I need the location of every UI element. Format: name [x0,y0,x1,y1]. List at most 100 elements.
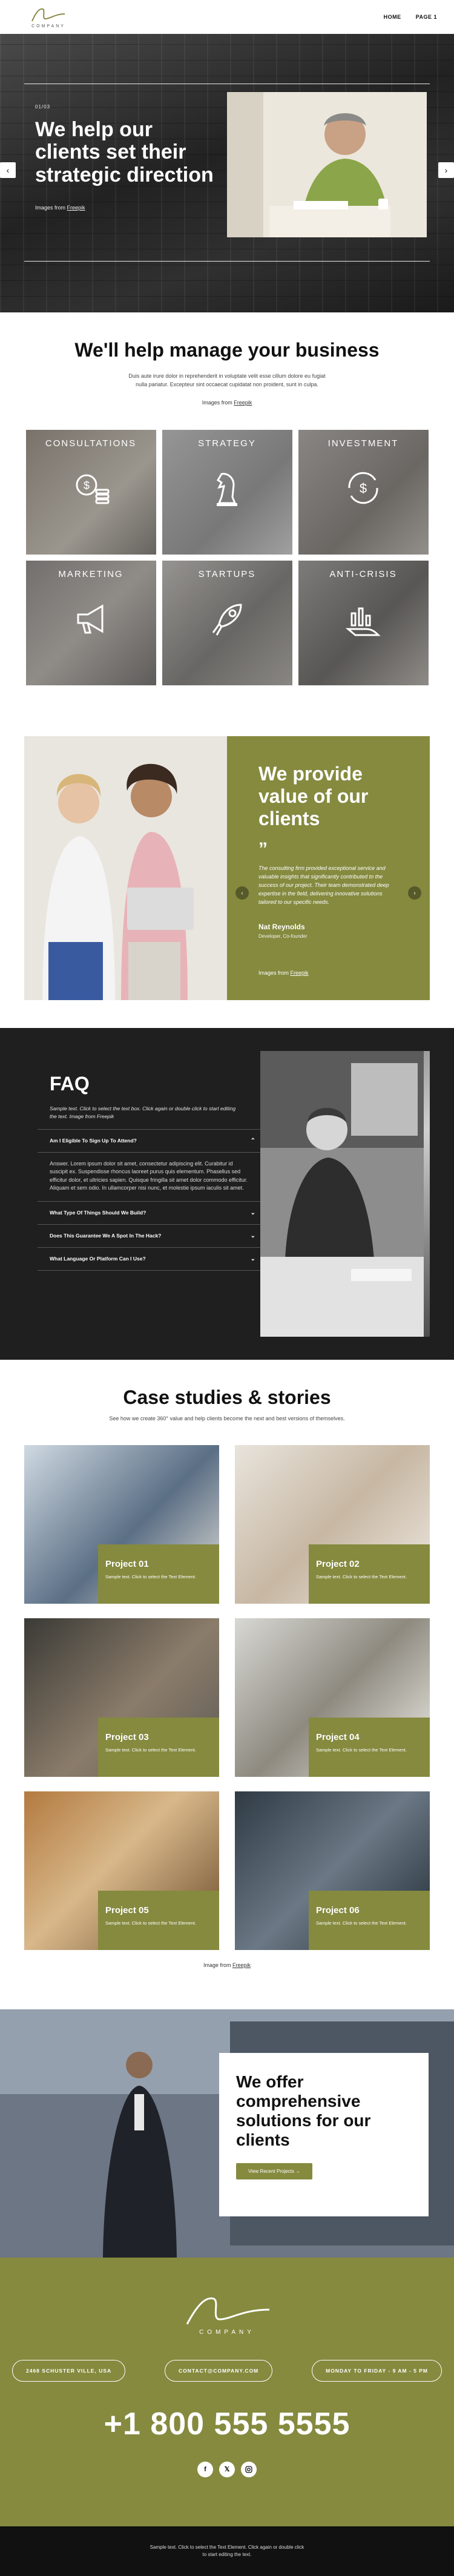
testimonial-prev-button[interactable]: ‹ [235,886,249,900]
case-card-5[interactable]: Project 05 Sample text. Click to select … [24,1791,219,1950]
case-text: Sample text. Click to select the Text El… [105,1920,196,1926]
tile-investment[interactable]: INVESTMENT $ [298,430,429,555]
instagram-glyph [245,2465,252,2473]
chess-knight-icon [216,473,237,506]
nav-home[interactable]: HOME [384,14,401,20]
case-title: Project 03 [105,1731,149,1742]
top-bar: COMPANY HOME PAGE 1 [0,0,454,34]
case-card-6[interactable]: Project 06 Sample text. Click to select … [235,1791,430,1950]
faq-question: Am I Eligible To Sign Up To Attend? [50,1138,137,1144]
tile-label: MARKETING [58,569,123,579]
case-title: Project 05 [105,1905,149,1916]
case-title: Project 04 [316,1731,360,1742]
instagram-icon[interactable] [241,2461,257,2477]
hero-next-button[interactable]: › [438,162,454,178]
footer-logo-text: COMPANY [199,2328,255,2336]
quote-icon: ” [258,839,268,860]
case-title: Project 02 [316,1558,360,1569]
hero-slide-counter: 01/03 [35,104,51,110]
bottom-text: Sample text. Click to select the Text El… [150,2544,304,2557]
faq-content: FAQ Sample text. Click to select the tex… [24,1051,262,1337]
footer-logo[interactable]: COMPANY [0,2258,454,2336]
testimonial-quote: The consulting firm provided exceptional… [258,865,389,906]
cases-credit-link[interactable]: Freepik [232,1962,251,1968]
offer-title: We offer comprehensive solutions for our… [236,2072,371,2150]
services-lead: Duis aute irure dolor in reprehenderit i… [128,373,326,387]
faq-question-toggle[interactable]: Does This Guarantee We A Spot In The Hac… [38,1225,262,1247]
view-projects-button[interactable]: View Recent Projects → [236,2163,313,2180]
case-card-1[interactable]: Project 01 Sample text. Click to select … [24,1444,219,1604]
hero-credit-link[interactable]: Freepik [67,205,85,211]
women-laptop-image [24,736,227,1000]
svg-text:$: $ [360,481,367,496]
tile-startups[interactable]: STARTUPS [162,561,292,685]
case-card-2[interactable]: Project 02 Sample text. Click to select … [235,1444,430,1604]
hero-prev-button[interactable]: ‹ [0,162,16,178]
tile-anti-crisis[interactable]: ANTI-CRISIS [298,561,429,685]
tile-label: CONSULTATIONS [45,438,137,449]
faq-question: What Language Or Platform Can I Use? [50,1256,146,1262]
cases-title: Case studies & stories [123,1386,331,1408]
offer-card: We offer comprehensive solutions for our… [219,2052,429,2216]
case-card-4[interactable]: Project 04 Sample text. Click to select … [235,1618,430,1777]
chevron-down-icon: ⌄ [250,1255,255,1262]
value-title: We provide value of our clients [258,763,369,829]
facebook-icon[interactable]: f [197,2461,213,2477]
tile-marketing[interactable]: MARKETING [25,561,156,685]
x-icon[interactable]: 𝕏 [219,2461,235,2477]
value-credit-prefix: Images from [258,970,291,976]
testimonial-next-button[interactable]: › [408,886,421,900]
faq-accordion: Am I Eligible To Sign Up To Attend? ⌃ An… [38,1128,262,1271]
faq-item: What Language Or Platform Can I Use? ⌄ [38,1247,262,1271]
logo-text: COMPANY [31,24,65,28]
logo-mark-icon [186,2297,270,2325]
value-section: We provide value of our clients ” The co… [24,736,430,1000]
case-caption: Project 01 Sample text. Click to select … [98,1544,219,1604]
hero-credit-prefix: Images from [35,205,67,211]
services-credit: Images from Freepik [24,400,430,406]
services-section: We'll help manage your business Duis aut… [0,312,454,714]
nav-page-1[interactable]: PAGE 1 [416,14,437,20]
rocket-icon [212,604,242,636]
faq-item: Does This Guarantee We A Spot In The Hac… [38,1224,262,1247]
phone-number[interactable]: +1 800 555 5555 [0,2406,454,2442]
faq-question-toggle[interactable]: Am I Eligible To Sign Up To Attend? ⌃ [38,1130,262,1152]
logo-mark-icon [31,8,65,22]
faq-question-toggle[interactable]: What Language Or Platform Can I Use? ⌄ [38,1248,262,1270]
tile-consultations[interactable]: CONSULTATIONS $ [25,430,156,555]
tile-strategy[interactable]: STRATEGY [162,430,292,555]
case-cards: Project 01 Sample text. Click to select … [24,1444,430,1950]
tile-label: INVESTMENT [327,438,399,449]
faq-title: FAQ [50,1073,90,1095]
case-title: Project 01 [105,1558,149,1569]
tile-label: ANTI-CRISIS [329,569,397,579]
case-text: Sample text. Click to select the Text El… [316,1747,407,1753]
chevron-up-icon: ⌃ [250,1137,255,1144]
case-title: Project 06 [316,1905,360,1916]
hero-credit: Images from Freepik [35,205,85,211]
value-credit-link[interactable]: Freepik [291,970,309,976]
case-caption: Project 02 Sample text. Click to select … [309,1544,430,1604]
faq-question: What Type Of Things Should We Build? [50,1210,146,1216]
faq-question-toggle[interactable]: What Type Of Things Should We Build? ⌄ [38,1202,262,1224]
case-text: Sample text. Click to select the Text El… [316,1573,407,1580]
services-credit-link[interactable]: Freepik [234,400,252,406]
faq-answer: Answer. Lorem ipsum dolor sit amet, cons… [38,1151,262,1201]
testimonial-name: Nat Reynolds [258,923,305,932]
contact-pills: 2468 SCHUSTER VILLE, USA CONTACT@COMPANY… [0,2359,454,2382]
case-card-3[interactable]: Project 03 Sample text. Click to select … [24,1618,219,1777]
hero-section: 01/03 We help our clients set their stra… [0,34,454,312]
faq-subtitle: Sample text. Click to select the text bo… [50,1105,236,1119]
social-links: f 𝕏 [0,2461,454,2477]
email-pill[interactable]: CONTACT@COMPANY.COM [164,2359,273,2382]
faq-question: Does This Guarantee We A Spot In The Hac… [50,1233,162,1239]
main-nav: HOME PAGE 1 [384,14,437,20]
hours-pill: MONDAY TO FRIDAY - 9 AM - 5 PM [312,2359,442,2382]
megaphone-icon [77,604,104,634]
case-text: Sample text. Click to select the Text El… [105,1573,196,1580]
case-caption: Project 04 Sample text. Click to select … [309,1717,430,1777]
hero-photo-businessman [227,92,427,237]
company-logo[interactable]: COMPANY [24,5,73,28]
cases-subtitle: See how we create 360° value and help cl… [109,1415,345,1421]
chevron-left-icon: ‹ [241,889,243,897]
